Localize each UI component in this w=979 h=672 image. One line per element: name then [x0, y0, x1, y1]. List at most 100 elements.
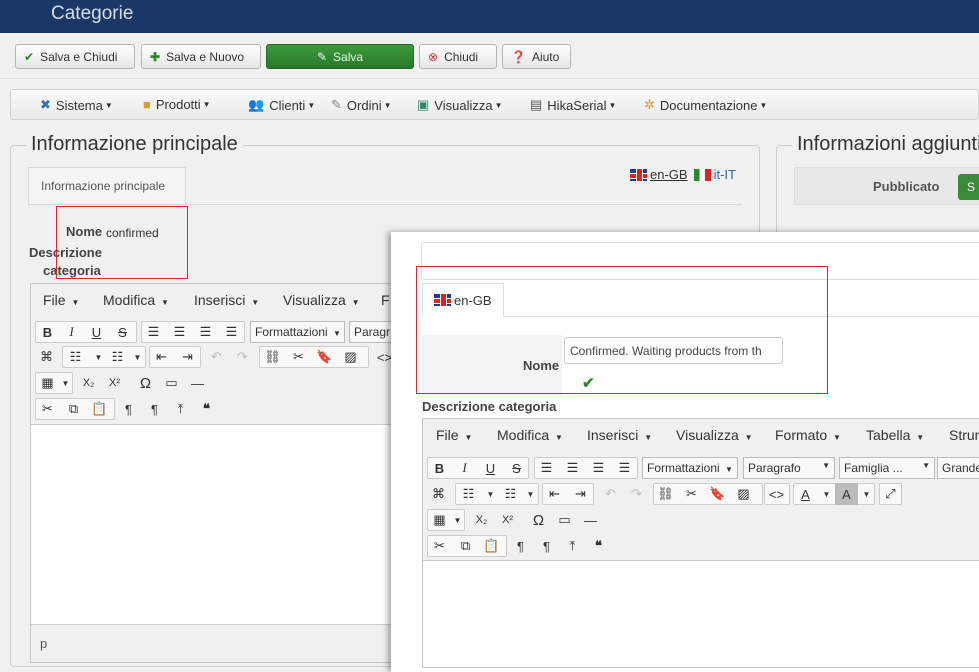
copy-icon[interactable]: ⧉ — [454, 535, 477, 557]
menu-hikaserial[interactable]: ▤ HikaSerial ▼ — [530, 97, 616, 113]
caret-icon[interactable]: ▼ — [54, 372, 77, 394]
paragraph-select[interactable]: Paragrafo ▼ — [743, 457, 835, 479]
indent-icon[interactable]: ⇥ — [176, 346, 199, 368]
outdent-icon[interactable]: ⇤ — [543, 483, 566, 505]
editor-menu-tabella[interactable]: Tabella ▼ — [866, 427, 924, 443]
text-color-icon[interactable]: A — [794, 483, 817, 505]
align-center-icon[interactable]: ☰ — [168, 321, 191, 343]
image-icon[interactable]: ▨ — [732, 483, 755, 505]
ltr-icon[interactable]: ¶ — [117, 398, 140, 420]
redo-icon[interactable]: ↷ — [231, 346, 254, 368]
menu-documentazione[interactable]: ✲ Documentazione ▼ — [644, 97, 767, 113]
unlink-icon[interactable]: ✂ — [680, 483, 703, 505]
quote-icon[interactable]: ❝ — [587, 535, 610, 557]
copy-icon[interactable]: ⧉ — [62, 398, 85, 420]
rtl-icon[interactable]: ¶ — [535, 535, 558, 557]
paste-icon[interactable]: 📋 — [88, 398, 111, 420]
align-right-icon[interactable]: ☰ — [194, 321, 217, 343]
align-right-icon[interactable]: ☰ — [587, 457, 610, 479]
undo-icon[interactable]: ↶ — [599, 483, 622, 505]
dialog-top-field[interactable] — [421, 242, 979, 280]
menu-clienti[interactable]: 👥 Clienti ▼ — [248, 97, 315, 113]
tab-en-gb[interactable]: en-GB — [422, 283, 504, 317]
indent-icon[interactable]: ⇥ — [569, 483, 592, 505]
undo-icon[interactable]: ↶ — [205, 346, 228, 368]
save-button[interactable]: ✎ Salva — [266, 44, 414, 69]
editor-menu-formato[interactable]: F — [381, 292, 390, 308]
close-button[interactable]: ⊗ Chiudi — [419, 44, 497, 69]
editor-menu-file[interactable]: File ▼ — [436, 427, 472, 443]
description-editor[interactable]: File ▼ Modifica ▼ Inserisci ▼ Visualizza… — [30, 283, 411, 663]
align-justify-icon[interactable]: ☰ — [220, 321, 243, 343]
editor-menu-visualizza[interactable]: Visualizza ▼ — [676, 427, 753, 443]
media-icon[interactable]: ▭ — [160, 372, 183, 394]
superscript-icon[interactable]: X² — [103, 372, 126, 394]
paste-icon[interactable]: 📋 — [480, 535, 503, 557]
subscript-icon[interactable]: X₂ — [77, 372, 100, 394]
italic-icon[interactable]: I — [60, 321, 83, 343]
font-size-select[interactable]: Grande — [937, 457, 979, 479]
rtl-icon[interactable]: ¶ — [143, 398, 166, 420]
tab-main-info[interactable]: Informazione principale — [28, 167, 186, 205]
cut-icon[interactable]: ✂ — [36, 398, 59, 420]
quote-icon[interactable]: ❝ — [195, 398, 218, 420]
dialog-name-input[interactable]: Confirmed. Waiting products from th — [564, 337, 783, 364]
image-icon[interactable]: ▨ — [339, 346, 362, 368]
menu-visualizza[interactable]: ▣ Visualizza ▼ — [417, 97, 503, 113]
cut-icon[interactable]: ✂ — [428, 535, 451, 557]
editor-menu-visualizza[interactable]: Visualizza ▼ — [283, 292, 360, 308]
align-left-icon[interactable]: ☰ — [535, 457, 558, 479]
align-left-icon[interactable]: ☰ — [142, 321, 165, 343]
bookmark-icon[interactable]: 🔖 — [706, 483, 729, 505]
strikethrough-icon[interactable]: S — [111, 321, 134, 343]
caret-icon[interactable]: ▼ — [126, 346, 149, 368]
align-justify-icon[interactable]: ☰ — [613, 457, 636, 479]
editor-menu-inserisci[interactable]: Inserisci ▼ — [587, 427, 652, 443]
menu-prodotti[interactable]: ■ Prodotti ▼ — [143, 97, 211, 112]
find-icon[interactable]: ⌘ — [427, 483, 450, 505]
editor-menu-inserisci[interactable]: Inserisci ▼ — [194, 292, 259, 308]
superscript-icon[interactable]: X² — [496, 509, 519, 531]
italic-icon[interactable]: I — [453, 457, 476, 479]
save-close-button[interactable]: ✔ Salva e Chiudi — [15, 44, 135, 69]
hr-icon[interactable]: — — [186, 372, 209, 394]
special-char-icon[interactable]: Ω — [134, 372, 157, 394]
save-new-button[interactable]: ✚ Salva e Nuovo — [141, 44, 261, 69]
help-button[interactable]: ❓ Aiuto — [502, 44, 571, 69]
caret-icon[interactable]: ▼ — [855, 483, 878, 505]
format-select[interactable]: Formattazioni ▼ — [642, 457, 738, 479]
dialog-description-editor[interactable]: File ▼ Modifica ▼ Inserisci ▼ Visualizza… — [422, 418, 979, 668]
bullet-list-icon[interactable]: ☷ — [64, 346, 87, 368]
editor-menu-formato[interactable]: Formato ▼ — [775, 427, 841, 443]
ltr-icon[interactable]: ¶ — [509, 535, 532, 557]
bookmark-icon[interactable]: 🔖 — [313, 346, 336, 368]
caret-icon[interactable]: ▼ — [446, 509, 469, 531]
link-icon[interactable]: ⛓ — [261, 346, 284, 368]
find-icon[interactable]: ⌘ — [35, 346, 58, 368]
editor-menu-modifica[interactable]: Modifica ▼ — [103, 292, 169, 308]
editor-menu-strumenti[interactable]: Strum — [949, 427, 979, 443]
bold-icon[interactable]: B — [428, 457, 451, 479]
bullet-list-icon[interactable]: ☷ — [457, 483, 480, 505]
unlink-icon[interactable]: ✂ — [287, 346, 310, 368]
align-center-icon[interactable]: ☰ — [561, 457, 584, 479]
hr-icon[interactable]: — — [579, 509, 602, 531]
editor-menu-file[interactable]: File ▼ — [43, 292, 79, 308]
special-char-icon[interactable]: Ω — [527, 509, 550, 531]
menu-ordini[interactable]: ✎ Ordini ▼ — [331, 97, 392, 113]
fullscreen-icon[interactable]: ⤢ — [879, 483, 902, 505]
caret-icon[interactable]: ▼ — [519, 483, 542, 505]
redo-icon[interactable]: ↷ — [625, 483, 648, 505]
menu-sistema[interactable]: ✖ Sistema ▼ — [40, 97, 113, 113]
font-family-select[interactable]: Famiglia ... ▼ — [839, 457, 935, 479]
strikethrough-icon[interactable]: S — [505, 457, 528, 479]
media-icon[interactable]: ▭ — [553, 509, 576, 531]
outdent-icon[interactable]: ⇤ — [150, 346, 173, 368]
format-select[interactable]: Formattazioni ▼ — [250, 321, 345, 343]
lang-link-it[interactable]: it-IT — [714, 167, 736, 182]
underline-icon[interactable]: U — [85, 321, 108, 343]
bold-icon[interactable]: B — [36, 321, 59, 343]
published-yes-button[interactable]: S — [958, 174, 979, 200]
upload-icon[interactable]: ⤒ — [169, 398, 192, 420]
upload-icon[interactable]: ⤒ — [561, 535, 584, 557]
